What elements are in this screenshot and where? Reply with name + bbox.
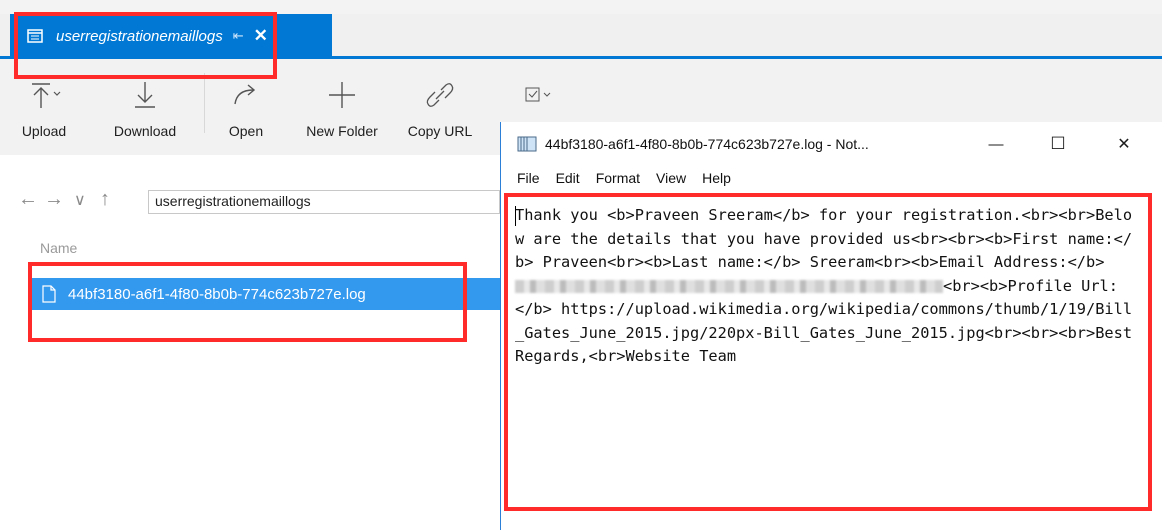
tab-label: userregistrationemaillogs — [56, 27, 223, 45]
list-item[interactable]: 44bf3180-a6f1-4f80-8b0b-774c623b727e.log — [30, 278, 500, 310]
open-button[interactable]: Open — [220, 59, 272, 155]
text-caret — [515, 206, 516, 226]
window-top-strip — [0, 0, 1162, 14]
minimize-icon: — — [988, 135, 1004, 153]
open-icon — [226, 77, 266, 113]
download-icon — [125, 77, 165, 113]
back-arrow-icon[interactable]: ← — [18, 188, 38, 211]
file-icon — [42, 285, 56, 303]
path-input[interactable]: userregistrationemaillogs — [148, 190, 500, 214]
close-button[interactable]: ✕ — [1101, 130, 1147, 158]
notepad-menubar: File Edit Format View Help — [501, 170, 731, 192]
tab-userregistrationemaillogs[interactable]: userregistrationemaillogs ⇤ ✕ — [10, 14, 332, 58]
plus-icon — [322, 77, 362, 113]
upload-button[interactable]: Upload — [16, 59, 72, 155]
notepad-text-area[interactable]: Thank you <b>Praveen Sreeram</b> for you… — [515, 204, 1135, 369]
name-column-header[interactable]: Name — [40, 240, 77, 256]
new-folder-button[interactable]: New Folder — [294, 59, 390, 155]
menu-format[interactable]: Format — [580, 170, 640, 192]
toolbar-separator — [204, 73, 205, 133]
minimize-button[interactable]: — — [973, 130, 1019, 158]
menu-view[interactable]: View — [640, 170, 686, 192]
menu-file[interactable]: File — [501, 170, 540, 192]
upload-icon — [24, 77, 64, 113]
menu-edit[interactable]: Edit — [540, 170, 580, 192]
copy-url-button[interactable]: Copy URL — [402, 59, 478, 155]
close-icon: ✕ — [1117, 136, 1131, 153]
log-text-part1: Thank you <b>Praveen Sreeram</b> for you… — [515, 206, 1133, 271]
chevron-down-icon[interactable]: ∨ — [74, 190, 86, 210]
forward-arrow-icon[interactable]: → — [44, 188, 64, 211]
notepad-icon — [517, 136, 537, 152]
select-all-icon — [520, 77, 560, 113]
menu-help[interactable]: Help — [686, 170, 731, 192]
new-folder-label: New Folder — [306, 123, 378, 139]
download-button[interactable]: Download — [100, 59, 190, 155]
file-name: 44bf3180-a6f1-4f80-8b0b-774c623b727e.log — [68, 285, 366, 303]
navigation-bar: ← → ∨ ↑ userregistrationemaillogs — [0, 180, 500, 220]
up-arrow-icon[interactable]: ↑ — [100, 188, 110, 211]
redacted-email — [515, 279, 943, 293]
maximize-icon: ☐ — [1050, 134, 1066, 153]
notepad-window: 44bf3180-a6f1-4f80-8b0b-774c623b727e.log… — [500, 122, 1162, 530]
download-label: Download — [113, 123, 177, 139]
maximize-button[interactable]: ☐ — [1035, 130, 1081, 158]
open-label: Open — [228, 123, 264, 139]
tab-bar: userregistrationemaillogs ⇤ ✕ — [0, 14, 1162, 59]
close-tab-icon[interactable]: ✕ — [254, 26, 268, 46]
upload-label: Upload — [21, 123, 67, 139]
blob-container-icon — [26, 27, 44, 45]
pin-icon[interactable]: ⇤ — [233, 28, 244, 44]
link-icon — [420, 77, 460, 113]
copy-url-label: Copy URL — [407, 123, 473, 139]
notepad-title: 44bf3180-a6f1-4f80-8b0b-774c623b727e.log… — [545, 136, 869, 152]
